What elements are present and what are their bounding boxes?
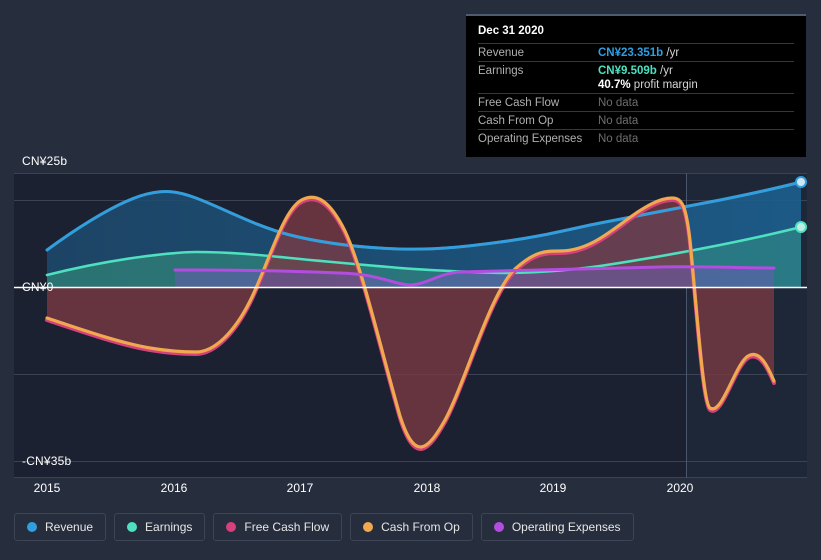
tooltip-row: Revenue CN¥23.351b /yr <box>478 43 794 61</box>
tooltip-row-value: CN¥9.509b /yr <box>598 65 673 77</box>
legend-item-operating-expenses[interactable]: Operating Expenses <box>480 513 634 541</box>
tooltip-row-value: No data <box>598 133 639 145</box>
x-axis-tick-2018: 2018 <box>413 481 441 495</box>
tooltip-row-label: Free Cash Flow <box>478 97 560 109</box>
legend-item-label: Revenue <box>45 520 94 534</box>
y-axis-label-top: CN¥25b <box>22 154 68 168</box>
x-axis: 2015 2016 2017 2018 2019 2020 <box>0 478 821 506</box>
legend-dot-icon <box>493 522 504 532</box>
legend-dot-icon <box>127 522 138 532</box>
legend-item-label: Free Cash Flow <box>244 520 330 534</box>
financials-chart-widget: CN¥25b CN¥0 -CN¥35b 2015 2016 2017 2018 2019… <box>0 0 821 560</box>
legend-item-free-cash-flow[interactable]: Free Cash Flow <box>213 513 343 541</box>
tooltip-row: Earnings CN¥9.509b /yr <box>478 61 794 79</box>
tooltip-row: Operating Expenses No data <box>478 129 794 147</box>
tooltip-row-label: Cash From Op <box>478 115 554 127</box>
tooltip-row: Free Cash Flow No data <box>478 93 794 111</box>
x-axis-tick-2020: 2020 <box>666 481 694 495</box>
revenue-endpoint-dot <box>795 176 807 188</box>
legend-item-label: Earnings <box>145 520 193 534</box>
x-axis-tick-2016: 2016 <box>160 481 188 495</box>
chart-svg <box>14 173 807 478</box>
x-axis-tick-2017: 2017 <box>286 481 314 495</box>
legend-dot-icon <box>363 522 374 532</box>
legend-item-cash-from-op[interactable]: Cash From Op <box>350 513 473 541</box>
legend-dot-icon <box>226 522 237 532</box>
legend-item-label: Cash From Op <box>381 520 460 534</box>
chart-legend[interactable]: Revenue Earnings Free Cash Flow Cash From O… <box>14 513 634 541</box>
y-axis-label-zero: CN¥0 <box>22 280 54 294</box>
tooltip-row-value: CN¥23.351b /yr <box>598 47 680 59</box>
earnings-endpoint-dot <box>795 221 807 233</box>
tooltip-row-value: No data <box>598 97 639 109</box>
tooltip-row-value: 40.7% profit margin <box>598 79 698 91</box>
x-axis-tick-2015: 2015 <box>33 481 61 495</box>
legend-item-label: Operating Expenses <box>511 520 621 534</box>
tooltip-title: Dec 31 2020 <box>478 25 544 37</box>
tooltip-row-label: Earnings <box>478 65 524 77</box>
data-tooltip: Dec 31 2020 Revenue CN¥23.351b /yr Earning… <box>466 14 806 157</box>
tooltip-rows: Revenue CN¥23.351b /yr Earnings CN¥9.509b /… <box>478 43 794 147</box>
tooltip-row: Cash From Op No data <box>478 111 794 129</box>
x-axis-tick-2019: 2019 <box>539 481 567 495</box>
legend-item-revenue[interactable]: Revenue <box>14 513 107 541</box>
tooltip-row-value: No data <box>598 115 639 127</box>
tooltip-row-label: Revenue <box>478 47 525 59</box>
tooltip-row: 40.7% profit margin <box>478 79 794 93</box>
legend-dot-icon <box>27 522 37 532</box>
legend-item-earnings[interactable]: Earnings <box>114 513 206 541</box>
y-axis-label-bottom: -CN¥35b <box>22 454 72 468</box>
chart-plot-area[interactable] <box>0 173 821 478</box>
tooltip-row-label: Operating Expenses <box>478 133 583 145</box>
